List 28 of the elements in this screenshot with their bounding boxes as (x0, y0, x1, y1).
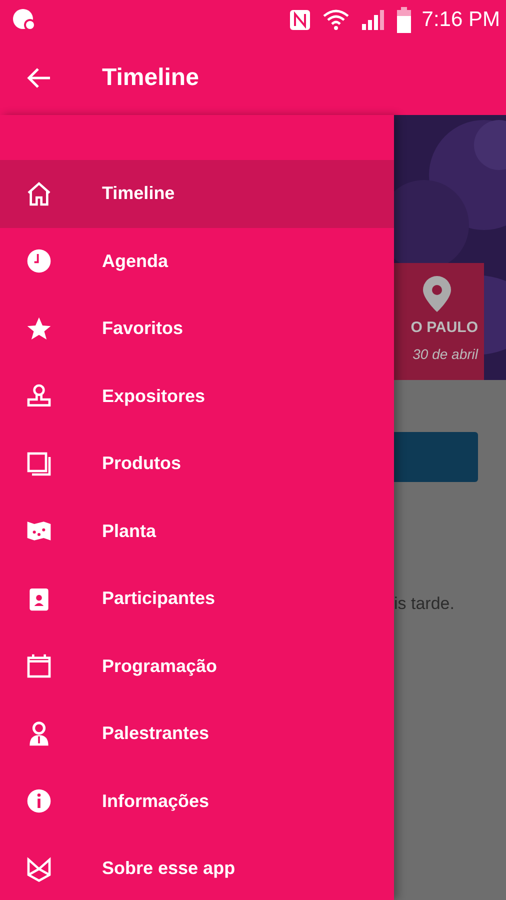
nfc-icon (288, 8, 312, 32)
clock-icon (25, 247, 53, 276)
calendar-icon (25, 652, 53, 680)
drawer-item[interactable]: Agenda (0, 228, 394, 295)
crown-outline-icon (25, 854, 53, 883)
drawer-item[interactable]: Informações (0, 768, 394, 835)
stacked-squares-icon (25, 450, 53, 478)
battery-icon (396, 7, 412, 33)
drawer-item[interactable]: Participantes (0, 565, 394, 632)
info-icon (25, 787, 53, 816)
drawer-item[interactable]: Palestrantes (0, 700, 394, 768)
toolbar-title: Timeline (102, 64, 199, 92)
drawer-item[interactable]: Planta (0, 498, 394, 565)
event-date: 30 de abril (412, 346, 478, 362)
message-text: is tarde. (394, 594, 456, 614)
status-time: 7:16 PM (422, 8, 500, 32)
home-icon (25, 180, 53, 208)
drawer-item[interactable]: Produtos (0, 430, 394, 498)
drawer-item[interactable]: Favoritos (0, 295, 394, 362)
drawer-item[interactable]: Expositores (0, 362, 394, 430)
drawer-item[interactable]: Sobre esse app (0, 835, 394, 900)
signal-icon (360, 8, 386, 32)
back-arrow-icon (26, 66, 52, 90)
event-city: O PAULO (410, 319, 478, 336)
drawer-item[interactable]: Programação (0, 632, 394, 700)
wifi-icon (322, 8, 350, 32)
location-pin-icon (422, 275, 452, 313)
drawer-item[interactable]: Timeline (0, 160, 394, 228)
